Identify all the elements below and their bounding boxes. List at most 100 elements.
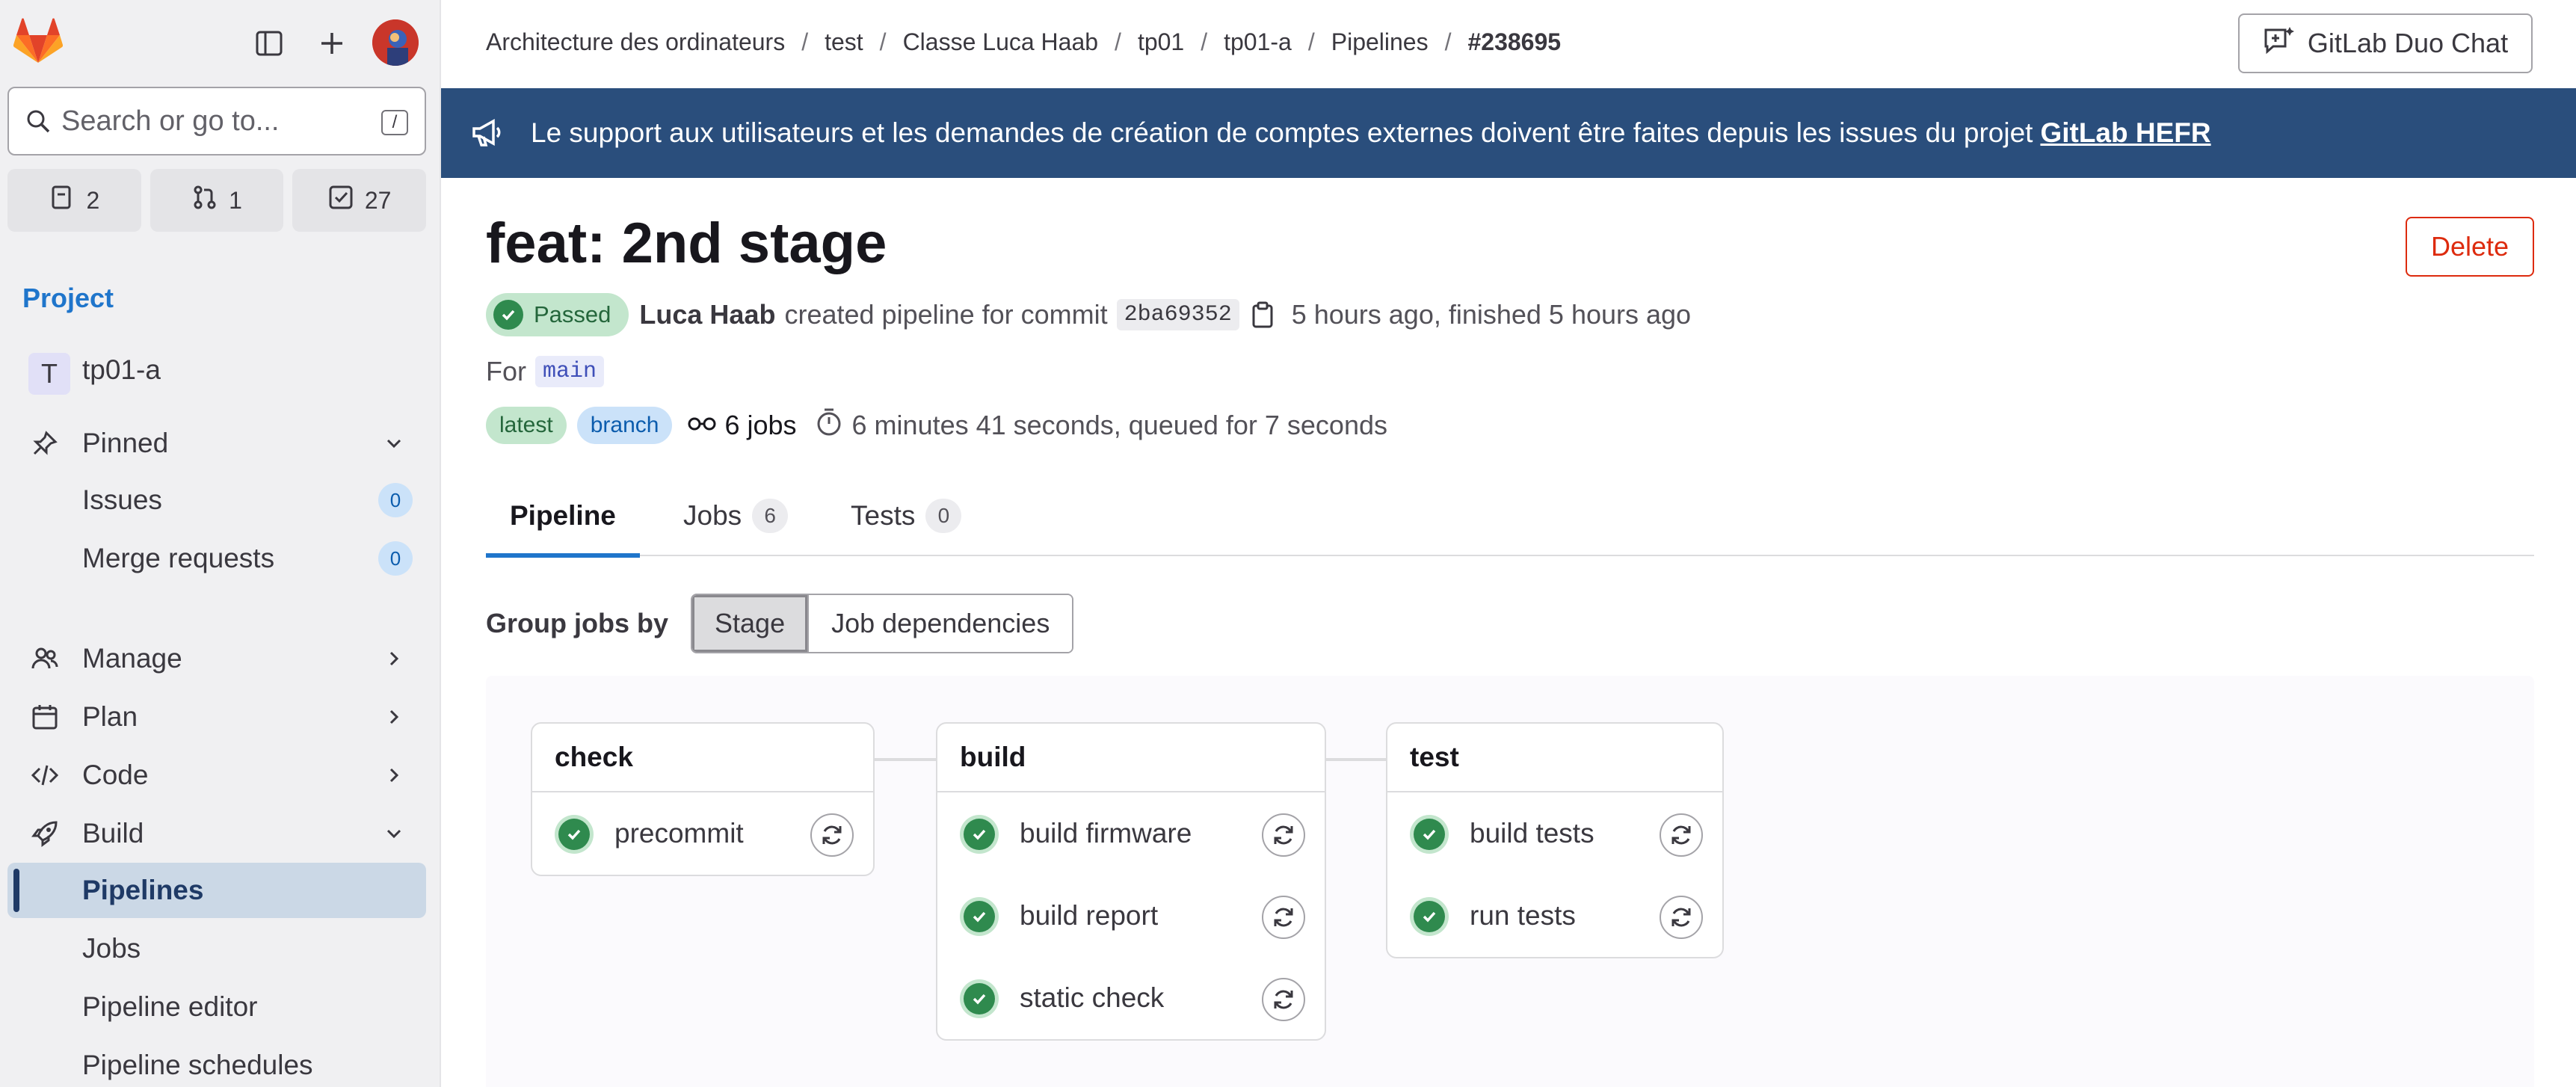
stage-title: build	[937, 724, 1325, 792]
todos-button[interactable]: 27	[292, 169, 427, 232]
branch-link[interactable]: main	[535, 356, 605, 387]
sidebar-item-pipelines[interactable]: Pipelines	[7, 863, 426, 918]
author-link[interactable]: Luca Haab	[639, 299, 775, 330]
sidebar-item-label: Issues	[82, 484, 162, 515]
sidebar-item-code[interactable]: Code	[7, 748, 426, 803]
check-circle-icon	[493, 300, 523, 330]
sidebar-item-build[interactable]: Build	[7, 806, 426, 861]
pipeline-time: 5 hours ago, finished 5 hours ago	[1291, 299, 1692, 330]
chevron-right-icon	[381, 704, 407, 730]
job-item[interactable]: build tests	[1387, 792, 1722, 875]
tab-tests[interactable]: Tests 0	[827, 475, 985, 556]
commit-sha[interactable]: 2ba69352	[1116, 299, 1239, 330]
breadcrumb-current[interactable]: #238695	[1467, 28, 1561, 56]
stage-connector	[875, 758, 936, 761]
group-by-dependencies-button[interactable]: Job dependencies	[807, 595, 1073, 652]
project-avatar: T	[28, 353, 70, 395]
sidebar-item-merge-requests[interactable]: Merge requests 0	[7, 531, 426, 586]
branch-badge: branch	[576, 407, 673, 444]
sidebar-item-label: Pipelines	[82, 875, 204, 905]
job-name: build firmware	[1020, 818, 1192, 849]
timer-icon	[815, 407, 843, 444]
job-item[interactable]: build firmware	[937, 792, 1325, 875]
job-item[interactable]: build report	[937, 875, 1325, 957]
chevron-right-icon	[381, 763, 407, 788]
sidebar: Search or go to... / 2 1 27 Project T tp…	[0, 0, 441, 1087]
search-icon	[25, 108, 51, 134]
job-name: build tests	[1470, 818, 1594, 849]
sidebar-item-label: Manage	[82, 643, 182, 674]
job-item[interactable]: run tests	[1387, 875, 1722, 957]
sidebar-item-plan[interactable]: Plan	[7, 689, 426, 745]
retry-icon[interactable]	[1660, 813, 1703, 857]
breadcrumb-link[interactable]: tp01-a	[1224, 28, 1292, 56]
tab-count: 6	[752, 499, 789, 533]
sidebar-section-title: Project	[22, 283, 114, 313]
sidebar-item-pipeline-schedules[interactable]: Pipeline schedules	[7, 1038, 426, 1087]
create-new-icon[interactable]	[309, 21, 354, 66]
retry-icon[interactable]	[1660, 896, 1703, 939]
page-title: feat: 2nd stage	[486, 212, 887, 275]
tab-label: Pipeline	[510, 500, 616, 531]
breadcrumb-link[interactable]: Pipelines	[1331, 28, 1429, 56]
pipeline-icon	[687, 410, 717, 441]
breadcrumb-link[interactable]: tp01	[1138, 28, 1184, 56]
created-text: created pipeline for commit	[784, 299, 1108, 330]
rocket-icon	[28, 817, 61, 850]
issues-count: 2	[86, 186, 100, 214]
retry-icon[interactable]	[1262, 813, 1305, 857]
group-by-stage-button[interactable]: Stage	[692, 595, 808, 652]
user-counts: 2 1 27	[7, 169, 427, 232]
job-name: precommit	[614, 818, 744, 849]
breadcrumb-link[interactable]: test	[825, 28, 863, 56]
gitlab-logo-icon[interactable]	[13, 18, 64, 67]
retry-icon[interactable]	[1262, 978, 1305, 1021]
status-label: Passed	[534, 301, 611, 327]
search-input[interactable]: Search or go to... /	[7, 87, 426, 155]
group-jobs-label: Group jobs by	[486, 608, 669, 638]
sidebar-item-pipeline-editor[interactable]: Pipeline editor	[7, 979, 426, 1035]
job-name: build report	[1020, 900, 1159, 931]
tab-label: Tests	[851, 500, 916, 531]
copy-icon[interactable]	[1250, 300, 1275, 330]
chevron-down-icon	[381, 821, 407, 846]
banner-text: Le support aux utilisateurs et les deman…	[531, 117, 2033, 148]
delete-button[interactable]: Delete	[2406, 217, 2534, 277]
sidebar-header	[0, 0, 441, 84]
banner-link[interactable]: GitLab HEFR	[2040, 117, 2210, 149]
pin-icon	[28, 427, 61, 460]
tab-pipeline[interactable]: Pipeline	[486, 475, 640, 558]
jobs-count-label: 6 jobs	[724, 410, 797, 440]
job-status-success-icon	[1410, 897, 1449, 936]
stage-title: check	[532, 724, 873, 792]
sidebar-item-label: Pipeline schedules	[82, 1050, 313, 1080]
assigned-issues-button[interactable]: 2	[7, 169, 141, 232]
sidebar-item-jobs[interactable]: Jobs	[7, 921, 426, 976]
duo-chat-button[interactable]: GitLab Duo Chat	[2238, 13, 2533, 73]
pinned-label: Pinned	[82, 428, 169, 458]
sidebar-pinned-toggle[interactable]: Pinned	[7, 416, 426, 471]
todo-icon	[327, 184, 354, 217]
stage-column-build: build build firmware build report static…	[936, 722, 1326, 1041]
user-avatar[interactable]	[372, 19, 419, 66]
latest-badge: latest	[486, 407, 567, 444]
breadcrumb-link[interactable]: Classe Luca Haab	[903, 28, 1098, 56]
breadcrumb-separator: /	[1444, 28, 1452, 55]
sidebar-item-label: Build	[82, 818, 144, 849]
sidebar-item-issues[interactable]: Issues 0	[7, 472, 426, 528]
sidebar-item-manage[interactable]: Manage	[7, 631, 426, 686]
breadcrumb-link[interactable]: Architecture des ordinateurs	[486, 28, 785, 56]
tab-jobs[interactable]: Jobs 6	[659, 475, 812, 556]
job-status-success-icon	[960, 815, 999, 854]
sidebar-project-link[interactable]: T tp01-a	[7, 342, 426, 398]
tab-label: Jobs	[683, 500, 742, 531]
breadcrumb-separator: /	[1307, 28, 1315, 55]
retry-icon[interactable]	[1262, 896, 1305, 939]
job-item[interactable]: static check	[937, 957, 1325, 1039]
status-badge[interactable]: Passed	[486, 293, 629, 336]
merge-requests-button[interactable]: 1	[150, 169, 284, 232]
job-item[interactable]: precommit	[532, 792, 873, 875]
sidebar-toggle-icon[interactable]	[247, 21, 292, 66]
retry-icon[interactable]	[810, 813, 854, 857]
pipeline-graph: check precommit build build firmware bui…	[486, 676, 2534, 1087]
